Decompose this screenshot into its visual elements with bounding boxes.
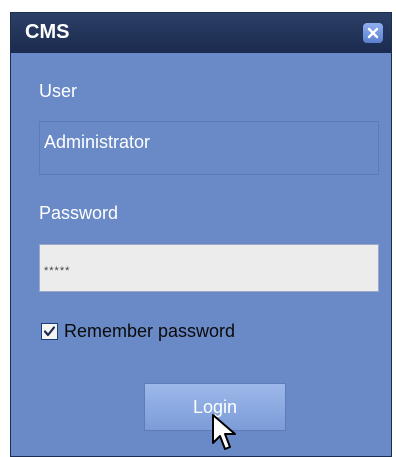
password-field[interactable] xyxy=(39,244,379,292)
login-dialog: CMS User Administrator Password Remember… xyxy=(10,12,392,457)
remember-password-row[interactable]: Remember password xyxy=(41,317,235,345)
remember-password-label: Remember password xyxy=(64,320,236,341)
title-bar[interactable]: CMS xyxy=(11,13,391,53)
user-label: User xyxy=(39,81,78,101)
close-button[interactable] xyxy=(363,23,383,43)
checkmark-icon xyxy=(43,325,56,336)
close-icon xyxy=(367,27,379,39)
mouse-pointer-icon xyxy=(212,414,236,450)
remember-password-checkbox[interactable] xyxy=(41,322,58,340)
user-field[interactable]: Administrator xyxy=(39,121,379,175)
password-label: Password xyxy=(39,203,119,223)
window-title: CMS xyxy=(25,21,70,43)
user-value: Administrator xyxy=(44,132,151,152)
